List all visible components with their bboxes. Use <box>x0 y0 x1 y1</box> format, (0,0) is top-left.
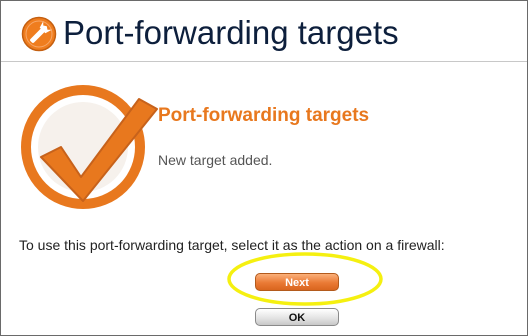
dialog-window: Port-forwarding targets Port-forwarding … <box>0 0 528 336</box>
page-header: Port-forwarding targets <box>1 1 527 62</box>
checkmark-icon <box>21 85 158 209</box>
status-message: New target added. <box>158 152 273 168</box>
next-button[interactable]: Next <box>255 273 339 291</box>
instruction-text: To use this port-forwarding target, sele… <box>19 237 445 253</box>
section-title: Port-forwarding targets <box>158 105 370 126</box>
page-title: Port-forwarding targets <box>63 14 399 51</box>
ok-button[interactable]: OK <box>255 308 339 326</box>
wrench-icon <box>21 16 57 52</box>
